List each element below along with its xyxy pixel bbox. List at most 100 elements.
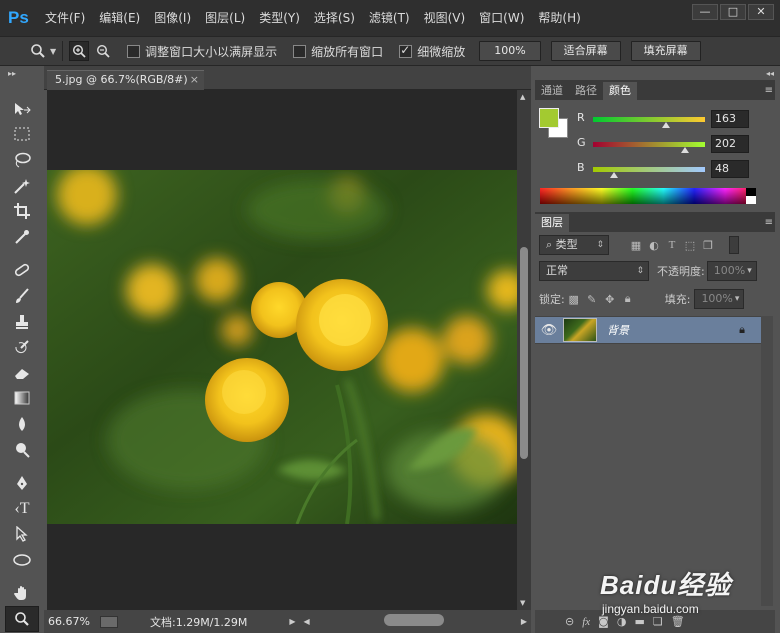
- scroll-up-icon[interactable]: ▲: [520, 93, 525, 101]
- visibility-eye-icon[interactable]: 👁︎: [535, 323, 563, 338]
- layer-row-background[interactable]: 👁︎ 背景 🔒︎: [535, 316, 761, 344]
- type-filter-icon[interactable]: T: [663, 236, 681, 254]
- resize-windows-checkbox[interactable]: [127, 44, 141, 58]
- close-tab-icon[interactable]: ×: [190, 71, 199, 89]
- tab-paths[interactable]: 路径: [569, 82, 603, 100]
- green-slider[interactable]: G 202: [577, 135, 773, 154]
- healing-brush-tool-icon[interactable]: [5, 258, 39, 284]
- menu-filter[interactable]: 滤镜(T): [362, 0, 417, 36]
- zoom-out-icon[interactable]: [93, 41, 113, 61]
- lock-pixels-icon[interactable]: ✎: [583, 290, 601, 308]
- blue-slider[interactable]: B 48: [577, 160, 773, 179]
- fill-screen-button[interactable]: 填充屏幕: [630, 41, 701, 61]
- adjustment-filter-icon[interactable]: ◐: [645, 236, 663, 254]
- lock-position-icon[interactable]: ✥: [601, 290, 619, 308]
- add-mask-icon[interactable]: ◙: [598, 615, 609, 628]
- lock-all-icon[interactable]: 🔒︎: [619, 290, 637, 308]
- status-menu-icon[interactable]: ▶: [289, 617, 295, 626]
- document-canvas[interactable]: [47, 90, 517, 610]
- blue-value-field[interactable]: 48: [711, 160, 749, 178]
- green-value-field[interactable]: 202: [711, 135, 749, 153]
- chevron-down-icon[interactable]: ▼: [50, 47, 56, 56]
- crop-tool-icon[interactable]: [5, 198, 39, 224]
- eraser-tool-icon[interactable]: [5, 360, 39, 386]
- green-thumb[interactable]: [681, 147, 689, 153]
- lasso-tool-icon[interactable]: [5, 147, 39, 173]
- hscroll-right-icon[interactable]: ▶: [521, 617, 527, 626]
- dock-collapse-icon[interactable]: ◂◂: [766, 69, 774, 78]
- tab-channels[interactable]: 通道: [535, 82, 569, 100]
- menu-image[interactable]: 图像(I): [147, 0, 198, 36]
- shape-filter-icon[interactable]: ⬚: [681, 236, 699, 254]
- lock-transparent-icon[interactable]: ▩: [565, 290, 583, 308]
- blur-tool-icon[interactable]: [5, 411, 39, 437]
- clone-stamp-tool-icon[interactable]: [5, 309, 39, 335]
- move-tool-icon[interactable]: [5, 96, 39, 122]
- tab-color[interactable]: 颜色: [603, 82, 637, 100]
- dodge-tool-icon[interactable]: [5, 437, 39, 463]
- smart-object-filter-icon[interactable]: ❐: [699, 236, 717, 254]
- white-swatch[interactable]: [746, 196, 756, 204]
- red-thumb[interactable]: [662, 122, 670, 128]
- hand-tool-icon[interactable]: [5, 581, 39, 607]
- new-group-icon[interactable]: ▬: [634, 615, 644, 628]
- blend-mode-dropdown[interactable]: 正常 ⇕: [539, 261, 649, 281]
- gradient-tool-icon[interactable]: [5, 386, 39, 412]
- delete-layer-icon[interactable]: 🗑︎: [671, 615, 685, 628]
- color-spectrum-bar[interactable]: [540, 188, 756, 204]
- actual-pixels-button[interactable]: 100%: [479, 41, 541, 61]
- layer-filter-dropdown[interactable]: ⌕ 类型 ⇕: [539, 235, 609, 255]
- horizontal-scroll-thumb[interactable]: [384, 614, 444, 626]
- magic-wand-tool-icon[interactable]: [5, 173, 39, 199]
- vertical-scroll-thumb[interactable]: [520, 247, 528, 459]
- menu-type[interactable]: 类型(Y): [252, 0, 307, 36]
- eyedropper-tool-icon[interactable]: [5, 224, 39, 250]
- menu-help[interactable]: 帮助(H): [531, 0, 587, 36]
- pen-tool-icon[interactable]: [5, 470, 39, 496]
- new-layer-icon[interactable]: ❏: [653, 615, 663, 628]
- status-options-icon[interactable]: [100, 615, 118, 628]
- menu-select[interactable]: 选择(S): [307, 0, 362, 36]
- pixel-filter-icon[interactable]: ▦: [627, 236, 645, 254]
- link-layers-icon[interactable]: ⊝: [565, 615, 574, 628]
- zoom-all-windows-checkbox[interactable]: [293, 44, 307, 58]
- toolbar-collapse-icon[interactable]: ▸▸: [8, 69, 16, 78]
- document-tab[interactable]: 5.jpg @ 66.7%(RGB/8#) ×: [47, 70, 204, 90]
- scroll-down-icon[interactable]: ▼: [520, 599, 525, 607]
- red-track[interactable]: [593, 117, 705, 122]
- black-swatch[interactable]: [746, 188, 756, 196]
- path-selection-tool-icon[interactable]: [5, 522, 39, 548]
- ellipse-tool-icon[interactable]: [5, 547, 39, 573]
- panel-menu-icon[interactable]: ≡: [765, 82, 773, 100]
- menu-edit[interactable]: 编辑(E): [92, 0, 147, 36]
- scrubby-zoom-checkbox[interactable]: [399, 43, 413, 58]
- zoom-level[interactable]: 66.67%: [48, 615, 96, 628]
- tab-layers[interactable]: 图层: [535, 214, 569, 232]
- chevron-down-icon[interactable]: ▾: [735, 290, 740, 308]
- opacity-field[interactable]: 100% ▾: [706, 261, 757, 281]
- zoom-tool-preset-icon[interactable]: [28, 41, 48, 61]
- layers-panel-menu-icon[interactable]: ≡: [765, 214, 773, 232]
- hscroll-left-icon[interactable]: ◀: [304, 617, 310, 626]
- menu-layer[interactable]: 图层(L): [198, 0, 252, 36]
- foreground-color-swatch[interactable]: [539, 108, 559, 128]
- history-brush-tool-icon[interactable]: [5, 334, 39, 360]
- filter-toggle[interactable]: [729, 236, 739, 254]
- type-tool-icon[interactable]: ‹T: [5, 496, 39, 522]
- marquee-tool-icon[interactable]: [5, 122, 39, 148]
- menu-window[interactable]: 窗口(W): [472, 0, 531, 36]
- close-button[interactable]: ✕: [748, 4, 774, 20]
- fit-screen-button[interactable]: 适合屏幕: [550, 41, 621, 61]
- minimize-button[interactable]: —: [692, 4, 718, 20]
- zoom-in-icon[interactable]: [69, 41, 90, 61]
- layer-style-icon[interactable]: fx: [582, 616, 590, 628]
- layer-name[interactable]: 背景: [607, 322, 629, 338]
- red-slider[interactable]: R 163: [577, 110, 773, 129]
- vertical-scrollbar[interactable]: ▲ ▼: [517, 90, 531, 610]
- fill-field[interactable]: 100% ▾: [694, 289, 745, 309]
- blue-thumb[interactable]: [610, 172, 618, 178]
- layers-scrollbar[interactable]: [761, 316, 773, 606]
- adjustment-layer-icon[interactable]: ◑: [617, 615, 627, 628]
- zoom-tool-icon[interactable]: [5, 606, 39, 632]
- red-value-field[interactable]: 163: [711, 110, 749, 128]
